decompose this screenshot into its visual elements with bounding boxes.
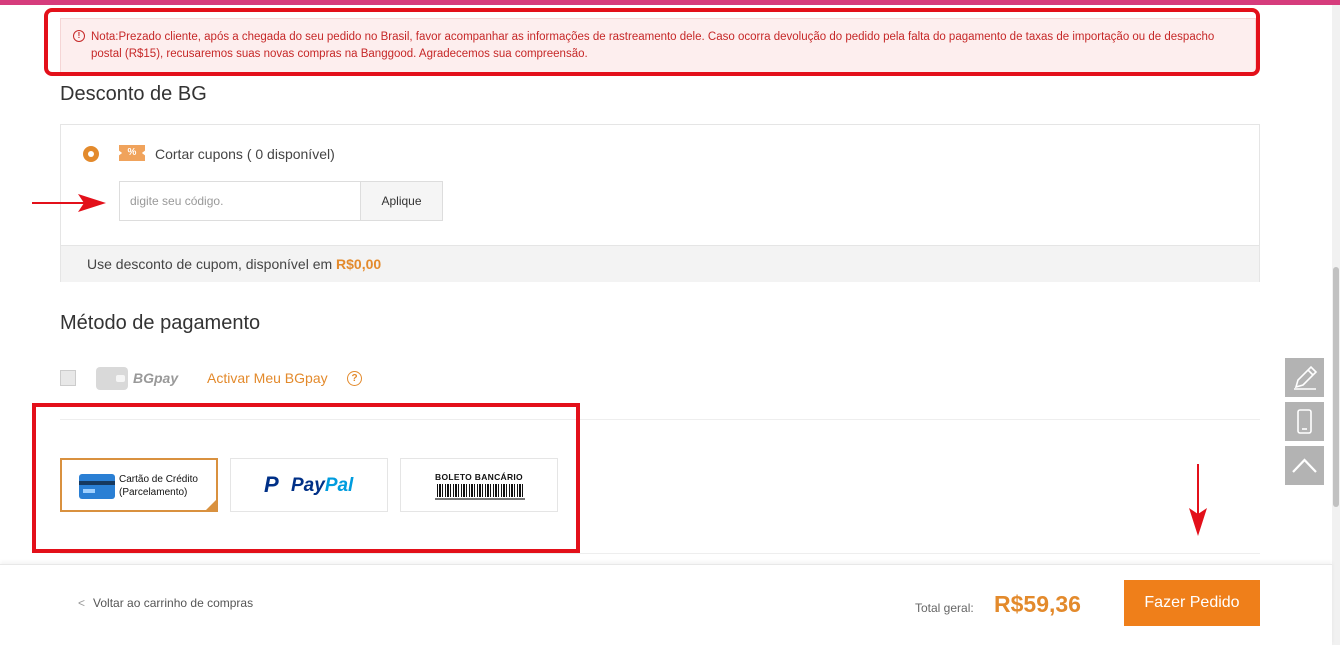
divider bbox=[60, 553, 1260, 554]
checkout-bottom-bar: < Voltar ao carrinho de compras Total ger… bbox=[0, 564, 1332, 646]
annotation-box-payment bbox=[32, 403, 580, 553]
back-to-cart-label: Voltar ao carrinho de compras bbox=[93, 596, 254, 610]
activate-bgpay-link[interactable]: Activar Meu BGpay bbox=[207, 370, 328, 386]
coupon-radio-button[interactable] bbox=[83, 146, 99, 162]
top-accent-bar bbox=[0, 0, 1340, 5]
coupon-footer: Use desconto de cupom, disponível em R$0… bbox=[61, 245, 1259, 282]
coupon-available-amount: R$0,00 bbox=[336, 256, 382, 272]
chevron-up-icon bbox=[1292, 458, 1317, 473]
coupon-footer-text: Use desconto de cupom, disponível em bbox=[87, 256, 333, 272]
mobile-icon bbox=[1297, 409, 1312, 434]
page-scrollbar[interactable] bbox=[1332, 5, 1340, 645]
coupon-ticket-icon: % bbox=[119, 145, 145, 161]
back-to-cart-link[interactable]: < Voltar ao carrinho de compras bbox=[78, 596, 253, 610]
chevron-left-icon: < bbox=[78, 596, 86, 610]
payment-section-title: Método de pagamento bbox=[60, 312, 261, 334]
red-arrow-right-icon bbox=[32, 194, 106, 212]
pencil-icon bbox=[1294, 365, 1318, 390]
back-to-top-button[interactable] bbox=[1285, 446, 1324, 485]
apply-coupon-button[interactable]: Aplique bbox=[360, 181, 443, 221]
red-arrow-down-icon bbox=[1189, 464, 1207, 536]
annotation-box-notice bbox=[44, 8, 1260, 76]
scrollbar-thumb[interactable] bbox=[1333, 267, 1339, 507]
coupon-label: Cortar cupons ( 0 disponível) bbox=[155, 146, 335, 162]
coupon-box: % Cortar cupons ( 0 disponível) Aplique … bbox=[60, 124, 1260, 282]
place-order-button[interactable]: Fazer Pedido bbox=[1124, 580, 1260, 626]
wallet-icon bbox=[96, 367, 128, 390]
mobile-app-button[interactable] bbox=[1285, 402, 1324, 441]
coupon-code-input[interactable] bbox=[119, 181, 361, 221]
bgpay-label: BGpay bbox=[133, 370, 179, 386]
total-label: Total geral: bbox=[915, 601, 974, 615]
discount-section-title: Desconto de BG bbox=[60, 83, 207, 105]
help-icon[interactable]: ? bbox=[347, 371, 362, 386]
total-amount: R$59,36 bbox=[994, 591, 1081, 617]
bgpay-checkbox[interactable] bbox=[60, 370, 76, 386]
feedback-edit-button[interactable] bbox=[1285, 358, 1324, 397]
